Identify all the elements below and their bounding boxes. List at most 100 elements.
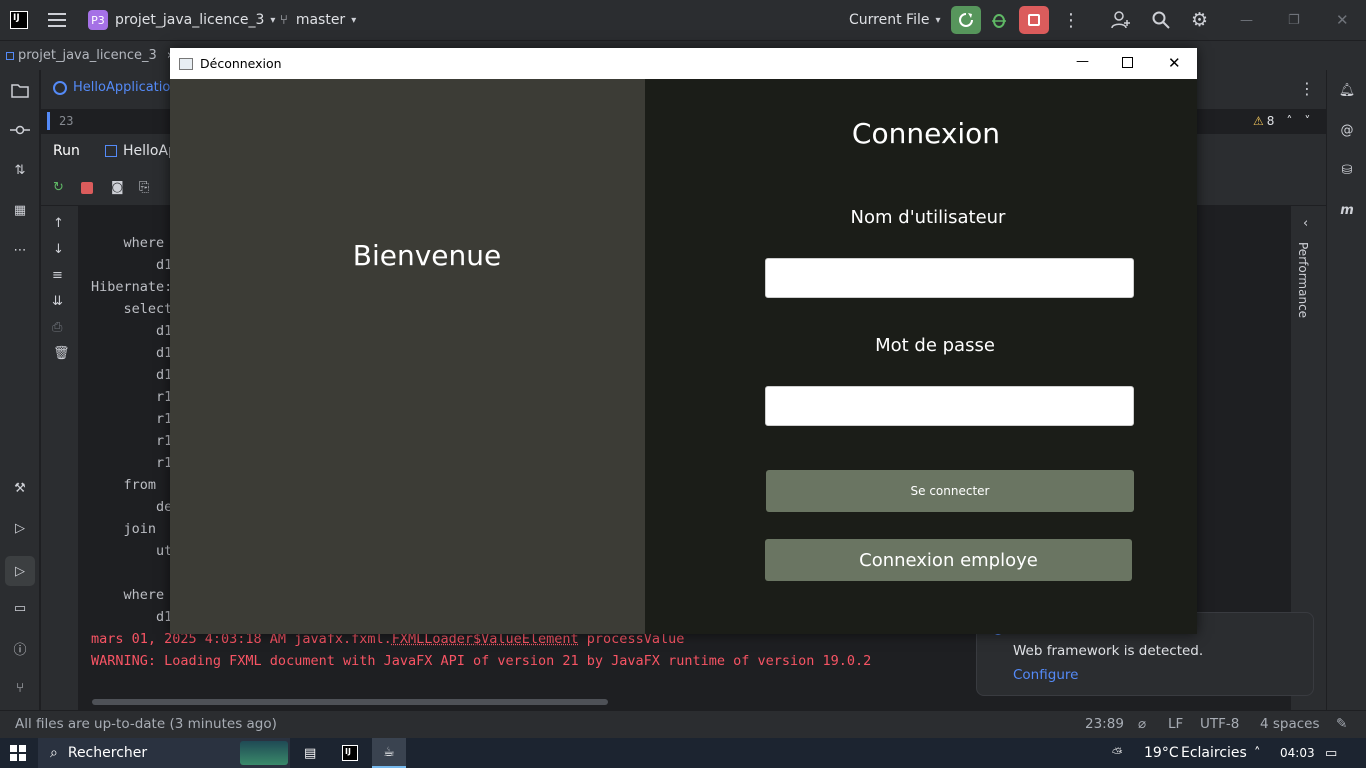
run-tool-icon[interactable]: ▷: [5, 556, 35, 586]
status-message[interactable]: All files are up-to-date (3 minutes ago): [15, 716, 277, 732]
line-marker: [47, 112, 50, 130]
console-line: where: [91, 587, 165, 603]
console-line: d1: [91, 323, 173, 339]
dialog-title-bar[interactable]: Déconnexion — ✕: [170, 48, 1197, 79]
performance-label[interactable]: Performance: [1296, 242, 1310, 318]
weather-temp[interactable]: 19°C: [1144, 738, 1179, 768]
dialog-maximize-icon[interactable]: [1122, 57, 1133, 68]
exit-icon[interactable]: ⎘: [139, 180, 149, 195]
trash-icon[interactable]: 🗑︎: [53, 346, 70, 361]
console-line: join: [91, 521, 157, 537]
close-icon[interactable]: ✕: [1336, 0, 1349, 40]
windows-start-icon[interactable]: [10, 738, 26, 768]
rerun-button[interactable]: [951, 0, 981, 40]
project-selector[interactable]: P3 projet_java_licence_3 ▾: [88, 0, 275, 40]
editor-tab-label: HelloApplication: [73, 80, 179, 95]
module-icon: [6, 51, 14, 60]
username-input[interactable]: [765, 258, 1134, 298]
caret-position[interactable]: 23:89: [1085, 716, 1124, 732]
stop-run-icon[interactable]: [81, 182, 93, 194]
ai-assistant-icon[interactable]: @: [1337, 120, 1357, 140]
soft-wrap-icon[interactable]: ≡: [52, 268, 63, 283]
console-line: r1: [91, 411, 173, 427]
pull-requests-icon[interactable]: ⇅: [10, 160, 30, 180]
console-line: Hibernate:: [91, 279, 173, 295]
notification-center-icon[interactable]: ▭: [1325, 738, 1337, 768]
clock[interactable]: 04:03: [1280, 738, 1315, 768]
weather-icon[interactable]: ⛅︎: [1112, 738, 1122, 768]
console-line: ut: [91, 543, 173, 559]
windows-taskbar: ⌕ Rechercher ▤ IJ ☕︎ ⛅︎ 19°C Eclaircies …: [0, 738, 1366, 768]
rerun-icon[interactable]: ↻: [53, 180, 64, 195]
console-line: from: [91, 477, 157, 493]
search-icon[interactable]: [1152, 0, 1170, 40]
taskbar-search-box[interactable]: ⌕ Rechercher: [38, 738, 290, 768]
arrow-up-icon[interactable]: ↑: [53, 216, 64, 231]
scroll-to-end-icon[interactable]: ⇊: [52, 294, 63, 309]
taskbar-intellij-icon[interactable]: IJ: [342, 738, 358, 768]
restore-icon[interactable]: ❐: [1288, 0, 1300, 40]
dialog-minimize-icon[interactable]: —: [1076, 54, 1089, 69]
commit-icon[interactable]: [10, 120, 30, 140]
line-separator[interactable]: LF: [1168, 716, 1183, 732]
java-window-icon: [179, 57, 193, 70]
welcome-panel: Bienvenue: [170, 79, 645, 634]
print-icon[interactable]: ⎙: [52, 320, 62, 335]
debug-icon[interactable]: [990, 0, 1008, 40]
notifications-bell-icon[interactable]: 🔔︎: [1337, 80, 1357, 100]
console-line: d1: [91, 257, 173, 273]
weather-desc[interactable]: Eclaircies: [1181, 738, 1247, 768]
screenshot-camera-icon[interactable]: ◙: [111, 180, 124, 195]
login-button[interactable]: Se connecter: [766, 470, 1134, 512]
problems-icon[interactable]: ⓘ: [10, 638, 30, 658]
password-input[interactable]: [765, 386, 1134, 426]
status-bar: All files are up-to-date (3 minutes ago)…: [0, 710, 1366, 738]
database-icon[interactable]: ⛁: [1337, 160, 1357, 180]
taskbar-java-icon[interactable]: ☕︎: [372, 738, 406, 768]
breadcrumb-project[interactable]: projet_java_licence_3: [18, 48, 157, 63]
warning-icon: ⚠: [1253, 114, 1264, 128]
no-formatting-icon[interactable]: ⌀: [1138, 716, 1146, 732]
console-warning-line-2: WARNING: Loading FXML document with Java…: [91, 653, 872, 669]
run-config-tab[interactable]: HelloAp: [105, 143, 177, 159]
chevron-down-icon[interactable]: ˅: [1304, 114, 1310, 128]
services-icon[interactable]: ▷: [10, 518, 30, 538]
username-label: Nom d'utilisateur: [850, 207, 1006, 228]
left-tool-strip: ⇅ ▦ ⋯ ⚒ ▷ ▷ ▭ ⓘ ⑂: [0, 70, 40, 710]
more-tools-icon[interactable]: ⋯: [10, 240, 30, 260]
structure-icon[interactable]: ▦: [10, 200, 30, 220]
employee-login-button[interactable]: Connexion employe: [765, 539, 1132, 581]
arrow-down-icon[interactable]: ↓: [53, 242, 64, 257]
login-heading: Connexion: [851, 117, 1001, 150]
chevron-up-icon[interactable]: ˄: [1286, 114, 1292, 128]
console-line: select: [91, 301, 173, 317]
inspection-widget[interactable]: ⚠ 8 ˄ ˅: [1253, 114, 1310, 128]
main-menu-icon[interactable]: [48, 0, 68, 40]
add-user-icon[interactable]: [1111, 0, 1131, 40]
project-folder-icon[interactable]: [10, 80, 30, 100]
horizontal-scrollbar[interactable]: [92, 699, 608, 705]
maven-icon[interactable]: m: [1337, 200, 1357, 220]
git-icon[interactable]: ⑂: [10, 678, 30, 698]
task-view-icon[interactable]: ▤: [304, 738, 316, 768]
chevron-left-icon[interactable]: ‹: [1303, 216, 1308, 231]
more-actions-icon[interactable]: ⋮: [1062, 0, 1080, 40]
run-config-selector[interactable]: Current File ▾: [849, 0, 941, 40]
login-panel: Connexion Nom d'utilisateur Mot de passe…: [645, 79, 1197, 634]
editor-more-icon[interactable]: ⋮: [1299, 79, 1315, 98]
editor-tab-helloapplication[interactable]: HelloApplication: [53, 80, 179, 95]
build-hammer-icon[interactable]: ⚒: [10, 478, 30, 498]
settings-gear-icon[interactable]: ⚙: [1191, 0, 1208, 40]
dialog-close-icon[interactable]: ✕: [1168, 54, 1181, 72]
stop-button[interactable]: [1019, 0, 1049, 40]
minimize-icon[interactable]: —: [1240, 0, 1253, 40]
terminal-icon[interactable]: ▭: [10, 598, 30, 618]
notification-configure-link[interactable]: Configure: [1013, 667, 1078, 683]
run-tab-title[interactable]: Run: [53, 143, 80, 159]
chevron-up-icon[interactable]: ˄: [1254, 738, 1261, 768]
branch-selector[interactable]: ⑂ master ▾: [280, 0, 356, 40]
file-encoding[interactable]: UTF-8: [1200, 716, 1239, 732]
intellij-logo-icon[interactable]: IJ: [10, 0, 28, 40]
indent-setting[interactable]: 4 spaces: [1260, 716, 1320, 732]
readonly-lock-icon[interactable]: ✎: [1336, 716, 1347, 732]
